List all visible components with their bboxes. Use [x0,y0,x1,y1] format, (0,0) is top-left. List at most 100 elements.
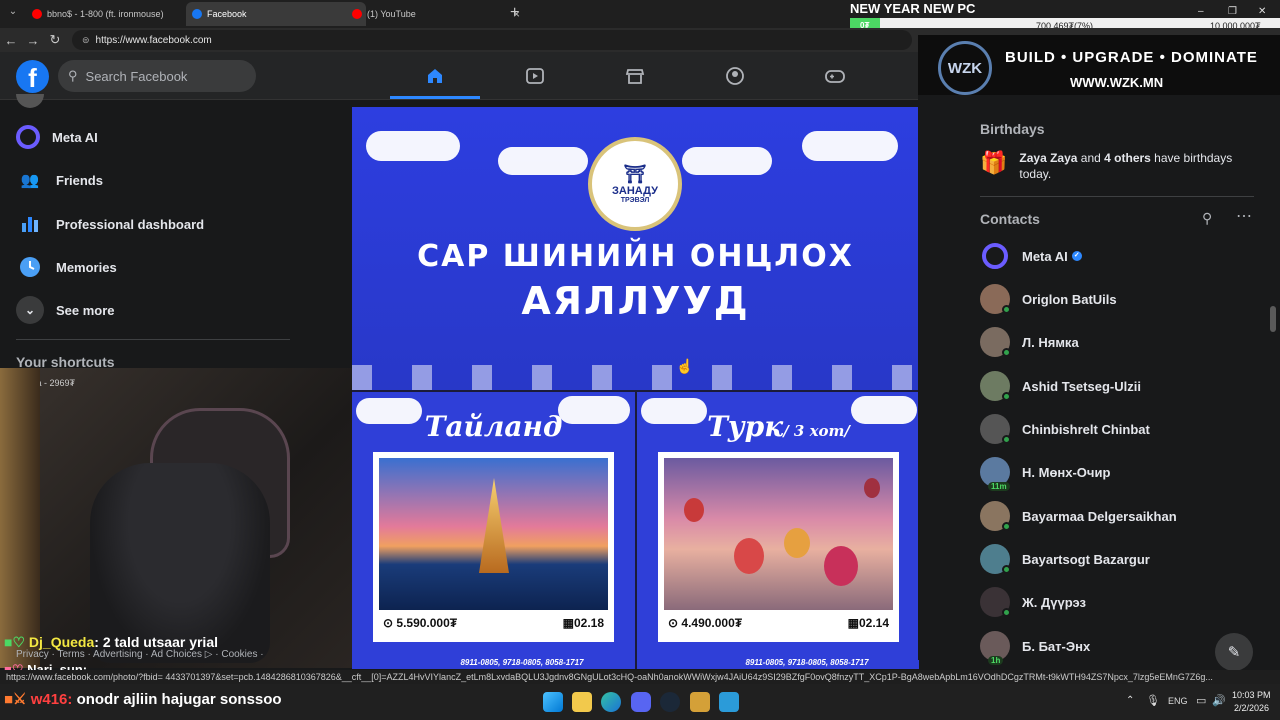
clock-date[interactable]: 2/2/2026 [1234,703,1269,713]
microphone-icon[interactable]: 🎙 [1146,694,1160,707]
last-active-badge: 1h [988,656,1004,665]
sidebar-item-professional-dashboard[interactable]: Professional dashboard [16,204,204,244]
contacts-search-icon[interactable]: ⚲ [1202,210,1212,227]
chat-username: w416: [30,691,73,708]
network-icon[interactable]: ▭ [1196,694,1206,707]
forward-icon[interactable]: → [22,33,44,48]
volume-icon[interactable]: 🔊 [1212,694,1226,707]
nav-gaming[interactable] [790,62,880,90]
youtube-favicon-icon [352,9,362,19]
tab-label: bbno$ - 1-800 (ft. ironmouse) [47,9,164,19]
birthdays-heading: Birthdays [980,121,1045,137]
card-thailand[interactable]: Тайланд ⊙ 5.590.000₮ ▦02.18 8911-0805, 9… [352,390,635,669]
chat-message-1: ■♡ Dj_Queda: 2 tald utsaar yrial [4,634,218,650]
contact-item[interactable]: Chinbishrelt Chinbat [980,409,1150,449]
nav-groups[interactable] [690,62,780,90]
contacts-heading: Contacts [980,211,1040,227]
cloud-decoration [682,147,772,175]
new-tab-button[interactable]: + [510,4,519,22]
chat-message-3: ■⚔ w416: onodr ajliin hajugar sonssoo [4,690,282,708]
thailand-temple-photo [379,458,608,610]
discord-icon[interactable] [631,692,651,712]
scrollbar-thumb[interactable] [1270,306,1276,332]
maximize-button[interactable]: ❐ [1228,6,1237,17]
nav-video[interactable] [490,62,580,90]
sidebar-item-friends[interactable]: 👥 Friends [16,160,103,200]
minimize-button[interactable]: – [1198,6,1204,17]
date: ▦02.14 [847,616,889,630]
birthday-item[interactable]: 🎁 Zaya Zaya and 4 others have birthdays … [980,150,1258,182]
search-input[interactable]: ⚲ Search Facebook [58,60,256,92]
gaming-icon [825,70,845,83]
notes-icon[interactable] [719,692,739,712]
facebook-logo-icon[interactable]: f [16,60,49,93]
contact-name: Bayartsogt Bazargur [1022,551,1150,567]
language-indicator[interactable]: ENG [1168,696,1188,706]
post-banner: ⛩ ЗАНАДУ ТРЭВЭЛ САР ШИНИЙН ОНЦЛОХ АЯЛЛУУ… [352,107,919,390]
sidebar-item-label: Meta AI [52,129,98,145]
tray-chevron-icon[interactable]: ⌃ [1126,695,1134,706]
birthday-others: 4 others [1104,151,1151,165]
chat-text: 2 tald utsaar yrial [102,634,218,650]
tab-facebook[interactable]: Facebook × [186,2,366,26]
contact-item[interactable]: Meta AI ✓ [980,236,1082,276]
tab-list-button[interactable]: ⌄ [4,6,22,22]
tab-youtube[interactable]: (1) YouTube × [346,2,526,26]
sidebar-item-see-more[interactable]: ⌄ See more [16,290,115,330]
url-text: https://www.facebook.com [95,34,212,46]
nav-marketplace[interactable] [590,62,680,90]
online-indicator [1002,348,1011,357]
avatar: 1h [980,631,1010,665]
close-window-button[interactable]: ✕ [1258,6,1266,17]
card-turkey[interactable]: Турк/ 3 хот/ ⊙ 4.490.000₮ ▦02.14 8911-08… [635,390,918,669]
url-field[interactable]: ⊜ https://www.facebook.com [72,30,912,50]
contact-item[interactable]: Bayarmaa Delgersaikhan [980,496,1177,536]
file-explorer-icon[interactable] [572,692,592,712]
phone-numbers: 8911-0805, 9718-0805, 8058-1717 [460,658,584,667]
back-icon[interactable]: ← [0,33,22,48]
contact-name: Н. Мөнх-Очир [1022,464,1111,480]
tab-bbno[interactable]: bbno$ - 1-800 (ft. ironmouse) × [26,2,206,26]
edge-icon[interactable] [601,692,621,712]
contact-item[interactable]: Ashid Tsetseg-Ulzii [980,366,1141,406]
photo-frame: ⊙ 4.490.000₮ ▦02.14 [658,452,899,642]
streamer-person [90,463,270,663]
post-image[interactable]: ⛩ ЗАНАДУ ТРЭВЭЛ САР ШИНИЙН ОНЦЛОХ АЯЛЛУУ… [352,107,919,669]
active-tab-indicator [390,96,480,99]
app-icon[interactable] [690,692,710,712]
contact-item[interactable]: Ж. Дүүрэз [980,582,1086,622]
partial-avatar [16,94,44,108]
nav-home[interactable] [390,62,480,90]
chat-badge-icon: ■⚔ [4,691,27,708]
windows-start-icon[interactable] [543,692,563,712]
sponsor-overlay: WZK BUILD • UPGRADE • DOMINATE WWW.WZK.M… [918,35,1280,95]
contact-item[interactable]: 1h Б. Бат-Энх [980,626,1090,666]
contacts-more-icon[interactable]: ⋯ [1236,206,1252,226]
meta-ai-icon [16,125,40,149]
compose-icon: ✎ [1227,644,1241,661]
sidebar-item-meta-ai[interactable]: Meta AI [16,117,98,157]
sidebar-item-memories[interactable]: Memories [16,247,117,287]
contact-item[interactable]: Л. Нямка [980,322,1079,362]
avatar [980,501,1011,531]
chevron-down-icon: ⌄ [16,296,44,324]
online-indicator [1002,435,1011,444]
dashboard-icon [16,210,44,238]
chat-badge-icon: ■♡ [4,634,26,650]
left-sidebar: Meta AI 👥 Friends Professional dashboard… [0,94,352,370]
sponsor-website: WWW.WZK.MN [1070,75,1164,90]
clock-time[interactable]: 10:03 PM [1232,690,1271,700]
steam-icon[interactable] [660,692,680,712]
contact-name: Ashid Tsetseg-Ulzii [1022,378,1141,394]
new-message-button[interactable]: ✎ [1215,633,1253,671]
contact-item[interactable]: 11m Н. Мөнх-Очир [980,452,1110,492]
site-info-icon[interactable]: ⊜ [82,35,90,46]
contact-item[interactable]: Bayartsogt Bazargur [980,539,1150,579]
gift-icon: 🎁 [980,150,1008,175]
wave-decoration [352,365,919,390]
photo-frame: ⊙ 5.590.000₮ ▦02.18 [373,452,614,642]
contact-item[interactable]: Origlon BatUils [980,279,1117,319]
last-active-badge: 11m [988,482,1010,491]
emblem-sub: ТРЭВЭЛ [620,197,650,204]
reload-icon[interactable]: ↻ [44,32,66,48]
